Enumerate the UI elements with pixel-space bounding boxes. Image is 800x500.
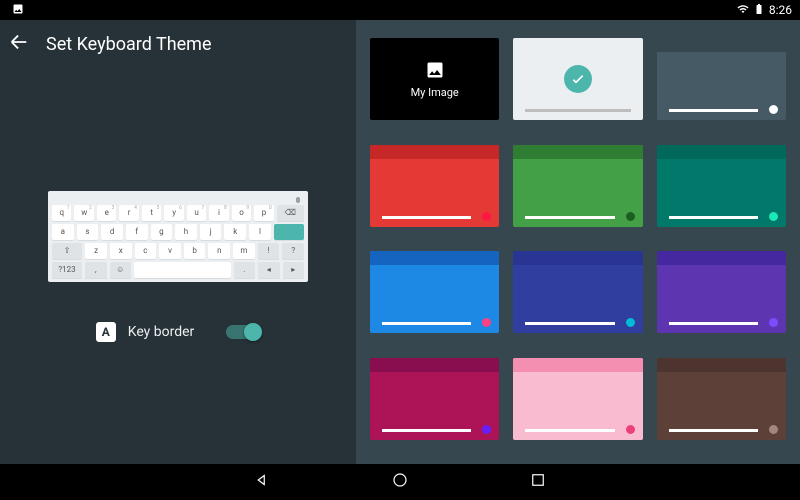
left-pane: Set Keyboard Theme q1w2e3r4t5y6u7i8o9p0⌫… [0, 20, 356, 464]
theme-my-image[interactable]: My Image [370, 38, 499, 120]
theme-green[interactable] [513, 145, 642, 227]
status-bar: 8:26 [0, 0, 800, 20]
theme-pink[interactable] [513, 358, 642, 440]
key: t5 [142, 205, 161, 221]
key-border-switch[interactable] [226, 325, 260, 339]
key-border-label: Key border [128, 324, 195, 340]
key: , [85, 262, 106, 278]
key: z [85, 243, 107, 259]
key: ⌫ [277, 205, 304, 221]
key-border-toggle-row: A Key border [96, 322, 261, 342]
key: ▸ [283, 262, 304, 278]
theme-dark[interactable] [657, 38, 786, 120]
key: q1 [52, 205, 71, 221]
battery-icon [753, 3, 765, 18]
keyboard-preview: q1w2e3r4t5y6u7i8o9p0⌫ asdfghjkl ⇧zxcvbnm… [48, 191, 308, 282]
wifi-icon [737, 3, 749, 18]
theme-teal[interactable] [657, 145, 786, 227]
key: g [151, 224, 173, 240]
theme-purple[interactable] [657, 251, 786, 333]
theme-brown[interactable] [657, 358, 786, 440]
key: k [224, 224, 246, 240]
key: l [249, 224, 271, 240]
key: a [52, 224, 74, 240]
theme-navy[interactable] [513, 251, 642, 333]
page-title: Set Keyboard Theme [46, 34, 212, 55]
mic-icon [296, 197, 300, 203]
nav-home-button[interactable] [391, 471, 409, 493]
key: . [234, 262, 255, 278]
key: f [126, 224, 148, 240]
key: c [135, 243, 157, 259]
theme-magenta[interactable] [370, 358, 499, 440]
key: w2 [74, 205, 93, 221]
key: n [208, 243, 230, 259]
app-bar: Set Keyboard Theme [0, 20, 356, 68]
nav-back-button[interactable] [253, 471, 271, 493]
key: p0 [254, 205, 273, 221]
key: j [200, 224, 222, 240]
key: o9 [232, 205, 251, 221]
key: ! [258, 243, 280, 259]
key: y6 [164, 205, 183, 221]
nav-recent-button[interactable] [529, 471, 547, 493]
theme-my-image-label: My Image [411, 86, 459, 99]
status-time: 8:26 [769, 3, 792, 17]
key: e3 [97, 205, 116, 221]
key: h [175, 224, 197, 240]
key: ?123 [52, 262, 82, 278]
notification-image-icon [8, 3, 24, 18]
key [274, 224, 304, 240]
key: i8 [209, 205, 228, 221]
key: ? [282, 243, 304, 259]
theme-grid: My Image [356, 20, 800, 464]
key: ⇧ [52, 243, 82, 259]
theme-red[interactable] [370, 145, 499, 227]
key: u7 [187, 205, 206, 221]
key: d [101, 224, 123, 240]
key: r4 [119, 205, 138, 221]
key: s [77, 224, 99, 240]
key: x [110, 243, 132, 259]
back-button[interactable] [8, 31, 30, 57]
theme-light[interactable] [513, 38, 642, 120]
key: v [159, 243, 181, 259]
key-border-icon: A [96, 322, 116, 342]
navigation-bar [0, 464, 800, 500]
key [134, 262, 231, 278]
theme-blue[interactable] [370, 251, 499, 333]
key: ☺ [110, 262, 131, 278]
key: m [233, 243, 255, 259]
check-icon [564, 65, 592, 93]
key: ◂ [258, 262, 279, 278]
key: b [184, 243, 206, 259]
